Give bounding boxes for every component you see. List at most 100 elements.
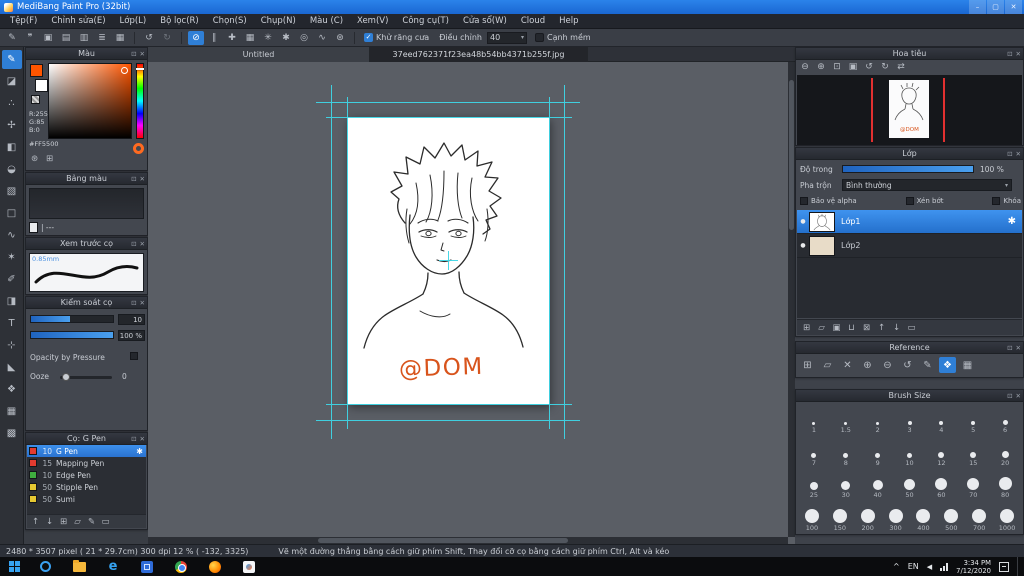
snap-settings-icon[interactable]: ⊛	[332, 31, 348, 45]
add-brush-icon[interactable]: ⊞	[57, 515, 70, 528]
fill-tool[interactable]: ◧	[2, 138, 22, 157]
brush-item[interactable]: 10 Edge Pen	[27, 469, 146, 481]
close-panel-icon[interactable]: ✕	[1016, 392, 1021, 400]
folder-icon[interactable]: ▱	[819, 357, 836, 373]
close-panel-icon[interactable]: ✕	[140, 435, 145, 443]
scrollbar-thumb[interactable]	[318, 538, 568, 543]
minimize-button[interactable]: –	[969, 0, 986, 14]
popout-icon[interactable]: ⊡	[1007, 50, 1012, 58]
brush-size-slider[interactable]	[30, 315, 114, 323]
snap-curve-icon[interactable]: ∿	[314, 31, 330, 45]
chrome-icon[interactable]	[164, 557, 198, 576]
brush-size-option[interactable]: 5	[957, 403, 989, 434]
brush-size-option[interactable]: 60	[925, 468, 957, 499]
brush-size-option[interactable]: 2	[862, 403, 894, 434]
menu-item[interactable]: Chọn(S)	[206, 14, 254, 29]
palette-entry[interactable]: | ---	[29, 222, 54, 233]
bucket-tool[interactable]: ◒	[2, 160, 22, 179]
canvas-area[interactable]: Untitled 37eed762371f23ea48b54bb4371b255f…	[148, 47, 795, 544]
select-pen-tool[interactable]: ✐	[2, 270, 22, 289]
merge-layer-icon[interactable]: ⊔	[845, 321, 858, 334]
blend-mode-dropdown[interactable]: Bình thường ▾	[842, 179, 1012, 191]
operation-tool[interactable]: ⊹	[2, 336, 22, 355]
brush-settings-icon[interactable]: ✱	[136, 447, 143, 456]
brush-size-option[interactable]: 200	[854, 501, 882, 532]
ooze-slider[interactable]	[60, 373, 112, 381]
pen-icon[interactable]: ✎	[4, 31, 20, 45]
brush-size-option[interactable]: 9	[862, 436, 894, 467]
layer-visibility-icon[interactable]: ●	[797, 242, 809, 249]
show-desktop-button[interactable]	[1017, 557, 1020, 576]
add-palette-icon[interactable]: ⊞	[43, 152, 56, 165]
background-color-swatch[interactable]	[35, 79, 48, 92]
new-folder-icon[interactable]: ▱	[815, 321, 828, 334]
brush-size-option[interactable]: 1	[798, 403, 830, 434]
text-tool[interactable]: T	[2, 314, 22, 333]
fit-window-icon[interactable]: ⊡	[830, 61, 844, 73]
close-panel-icon[interactable]: ✕	[140, 240, 145, 248]
saturation-value-picker[interactable]	[48, 63, 132, 139]
color-wheel-toggle[interactable]	[133, 143, 144, 154]
layer-item[interactable]: ● Lớp2	[797, 234, 1022, 258]
menu-item[interactable]: Chụp(N)	[254, 14, 303, 29]
layer-item[interactable]: ● Lớp1 ✱	[797, 210, 1022, 234]
brush-size-option[interactable]: 12	[925, 436, 957, 467]
brush-opacity-slider[interactable]	[30, 331, 114, 339]
material-tool[interactable]: ▩	[2, 424, 22, 443]
correction-dropdown[interactable]: 40 ▾	[486, 31, 527, 44]
eyedropper-tool[interactable]: ◣	[2, 358, 22, 377]
action-center-icon[interactable]	[999, 561, 1009, 572]
rotate-right-icon[interactable]: ↻	[878, 61, 892, 73]
hand-icon[interactable]: ❖	[939, 357, 956, 373]
layer-option-checkbox[interactable]: Khóa	[992, 197, 1021, 205]
gradient-tool[interactable]: ▧	[2, 182, 22, 201]
maximize-button[interactable]: ▢	[987, 0, 1004, 14]
edge-icon[interactable]: e	[96, 557, 130, 576]
popout-icon[interactable]: ⊡	[1007, 150, 1012, 158]
document-tab[interactable]: 37eed762371f23ea48b54bb4371b255f.jpg	[370, 47, 588, 62]
layer-option-checkbox[interactable]: Xén bớt	[905, 197, 944, 205]
brush-size-option[interactable]: 7	[798, 436, 830, 467]
scrollbar-thumb[interactable]	[789, 80, 794, 230]
popout-icon[interactable]: ⊡	[131, 240, 136, 248]
comment-icon[interactable]: ❞	[22, 31, 38, 45]
popout-icon[interactable]: ⊡	[131, 50, 136, 58]
select-eraser-tool[interactable]: ◨	[2, 292, 22, 311]
pressure-checkbox[interactable]	[130, 352, 138, 360]
grid-icon[interactable]: ▦	[959, 357, 976, 373]
menu-item[interactable]: Cửa sổ(W)	[456, 14, 514, 29]
snap-off-icon[interactable]: ⊘	[188, 30, 204, 45]
close-image-icon[interactable]: ✕	[839, 357, 856, 373]
pages-icon[interactable]: ▣	[40, 31, 56, 45]
document-tab[interactable]: Untitled	[148, 47, 370, 62]
brush-size-option[interactable]: 70	[957, 468, 989, 499]
duplicate-layer-icon[interactable]: ▣	[830, 321, 843, 334]
brush-item[interactable]: 50 Stipple Pen	[27, 481, 146, 493]
move-up-icon[interactable]: ↑	[29, 515, 42, 528]
new-layer-icon[interactable]: ⊞	[800, 321, 813, 334]
brush-size-option[interactable]: 50	[894, 468, 926, 499]
brush-size-option[interactable]: 1.5	[830, 403, 862, 434]
close-panel-icon[interactable]: ✕	[1016, 344, 1021, 352]
move-down-icon[interactable]: ↓	[890, 321, 903, 334]
horizontal-scrollbar[interactable]	[148, 537, 788, 544]
navigator-preview[interactable]: @DOM	[797, 75, 1022, 145]
zoom-in-icon[interactable]: ⊕	[859, 357, 876, 373]
move-down-icon[interactable]: ↓	[43, 515, 56, 528]
book-icon[interactable]: ▤	[58, 31, 74, 45]
popout-icon[interactable]: ⊡	[1007, 344, 1012, 352]
menu-item[interactable]: Xem(V)	[350, 14, 395, 29]
brush-size-option[interactable]: 6	[989, 403, 1021, 434]
actual-size-icon[interactable]: ▣	[846, 61, 860, 73]
brush-size-option[interactable]: 25	[798, 468, 830, 499]
language-indicator[interactable]: EN	[908, 562, 919, 571]
brush-size-option[interactable]: 10	[894, 436, 926, 467]
select-tool[interactable]: □	[2, 204, 22, 223]
brush-size-option[interactable]: 150	[826, 501, 854, 532]
brush-size-option[interactable]: 20	[989, 436, 1021, 467]
menu-item[interactable]: Bộ lọc(R)	[153, 14, 206, 29]
columns-icon[interactable]: ▥	[76, 31, 92, 45]
brush-size-option[interactable]: 300	[882, 501, 910, 532]
antialias-checkbox[interactable]: ✓	[364, 33, 373, 42]
brush-size-option[interactable]: 400	[910, 501, 938, 532]
